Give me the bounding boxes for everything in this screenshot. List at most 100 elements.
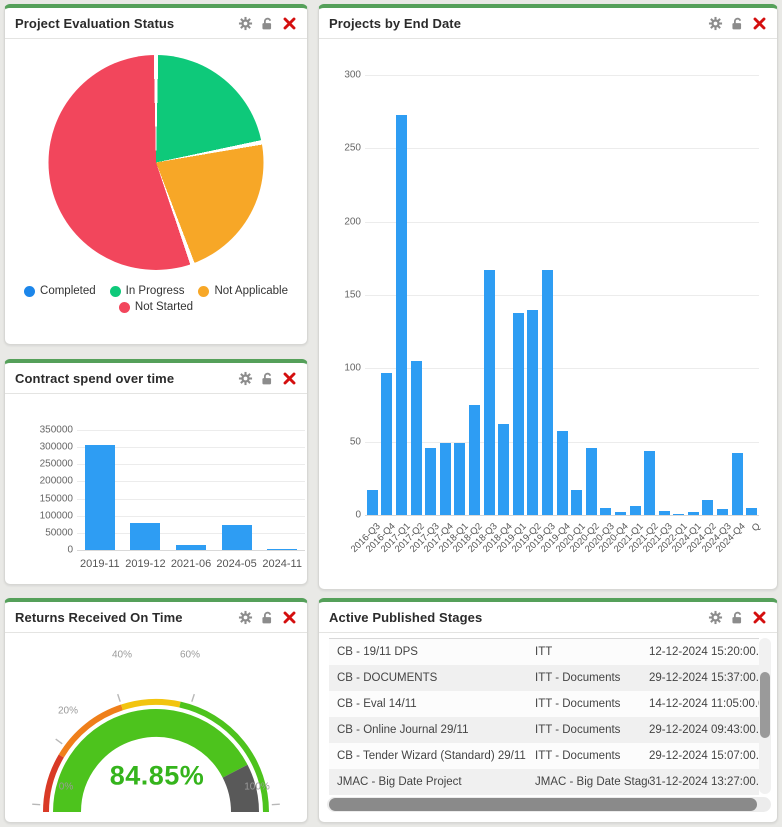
x-axis-tick-label: 2024-05 [216, 558, 256, 570]
table-row[interactable]: CB - Tender Wizard (Standard) 29/11ITT -… [329, 743, 759, 769]
panel-header: Returns Received On Time [5, 602, 307, 633]
y-axis-tick-label: 200000 [33, 476, 73, 487]
bar [267, 549, 297, 550]
x-axis-tick-label: 2019-12 [125, 558, 165, 570]
stages-table-area: CB - 19/11 DPSITT12-12-2024 15:20:00.000… [319, 633, 777, 822]
x-axis-tick-label: 2019-11 [80, 558, 120, 570]
legend-item[interactable]: Not Started [119, 301, 193, 313]
bar [732, 453, 743, 515]
horizontal-scrollbar-thumb[interactable] [329, 798, 757, 811]
gridline [365, 222, 759, 223]
cell-timestamp: 12-12-2024 15:20:00.000 [649, 646, 759, 658]
gauge-chart [5, 665, 309, 827]
panel-returns-on-time: Returns Received On Time 84.85% 0%20%40%… [4, 598, 308, 823]
unlock-icon[interactable] [260, 371, 275, 386]
bar [222, 525, 252, 550]
bar [615, 512, 626, 515]
gauge-value: 84.85% [110, 761, 205, 792]
cell-stage: ITT - Documents [535, 698, 649, 710]
cell-project: CB - Online Journal 29/11 [329, 724, 535, 736]
close-icon[interactable] [282, 16, 297, 31]
panel-title: Projects by End Date [329, 16, 708, 31]
pie-chart [49, 55, 264, 270]
close-icon[interactable] [752, 610, 767, 625]
y-axis-tick-label: 200 [321, 216, 361, 227]
panel-project-evaluation-status: Project Evaluation Status Completed In Pr… [4, 4, 308, 345]
gridline [365, 368, 759, 369]
x-axis-tick-label: 2021-06 [171, 558, 211, 570]
bar [571, 490, 582, 515]
bar [586, 448, 597, 516]
vertical-scrollbar-thumb[interactable] [760, 672, 770, 738]
y-axis-tick-label: 100 [321, 363, 361, 374]
bar [542, 270, 553, 515]
bar [176, 545, 206, 550]
bar [381, 373, 392, 515]
cell-stage: ITT - Documents [535, 672, 649, 684]
table-row[interactable]: JMAC - Big Date ProjectJMAC - Big Date S… [329, 769, 759, 795]
vertical-scrollbar[interactable] [759, 638, 771, 794]
gridline [365, 148, 759, 149]
bar [367, 490, 378, 515]
bar [527, 310, 538, 515]
bar [717, 509, 728, 515]
y-axis-tick-label: 0 [33, 545, 73, 556]
unlock-icon[interactable] [260, 610, 275, 625]
gauge-tick-label: 20% [58, 706, 78, 717]
legend-label: Not Applicable [214, 285, 288, 297]
bar [396, 115, 407, 515]
y-axis-tick-label: 100000 [33, 510, 73, 521]
cell-stage: ITT [535, 646, 649, 658]
bar [659, 511, 670, 515]
gridline [77, 550, 305, 551]
legend-item[interactable]: Completed [24, 285, 96, 297]
table-row[interactable]: CB - 19/11 DPSITT12-12-2024 15:20:00.000 [329, 639, 759, 665]
x-axis-tick-label: 2024-11 [262, 558, 302, 570]
bar [484, 270, 495, 515]
unlock-icon[interactable] [730, 16, 745, 31]
legend-item[interactable]: In Progress [110, 285, 185, 297]
bar [498, 424, 509, 515]
gauge-tick-label: 100% [244, 782, 270, 793]
cell-timestamp: 29-12-2024 15:37:00.000 [649, 672, 759, 684]
table-row[interactable]: CB - DOCUMENTSITT - Documents29-12-2024 … [329, 665, 759, 691]
bar [644, 451, 655, 516]
settings-gear-icon[interactable] [238, 610, 253, 625]
panel-title: Returns Received On Time [15, 610, 238, 625]
x-axis-tick-label: Q [749, 521, 762, 534]
cell-timestamp: 31-12-2024 13:27:00.000 [649, 776, 759, 788]
pie-chart-area: Completed In Progress Not Applicable Not St… [5, 39, 307, 344]
legend-dot [24, 286, 35, 297]
gauge-tick-label: 60% [180, 650, 200, 661]
panel-header: Project Evaluation Status [5, 8, 307, 39]
y-axis-tick-label: 0 [321, 510, 361, 521]
panel-title: Project Evaluation Status [15, 16, 238, 31]
cell-timestamp: 29-12-2024 15:07:00.000 [649, 750, 759, 762]
close-icon[interactable] [282, 371, 297, 386]
cell-project: CB - Eval 14/11 [329, 698, 535, 710]
y-axis-tick-label: 300000 [33, 442, 73, 453]
horizontal-scrollbar[interactable] [327, 797, 771, 812]
settings-gear-icon[interactable] [708, 610, 723, 625]
pie-legend: Completed In Progress Not Applicable Not St… [10, 285, 302, 313]
unlock-icon[interactable] [260, 16, 275, 31]
settings-gear-icon[interactable] [238, 371, 253, 386]
cell-project: CB - 19/11 DPS [329, 646, 535, 658]
bar [454, 443, 465, 515]
bar [557, 431, 568, 515]
legend-dot [119, 302, 130, 313]
settings-gear-icon[interactable] [708, 16, 723, 31]
close-icon[interactable] [752, 16, 767, 31]
unlock-icon[interactable] [730, 610, 745, 625]
bar [600, 508, 611, 515]
table-row[interactable]: CB - Online Journal 29/11ITT - Documents… [329, 717, 759, 743]
legend-item[interactable]: Not Applicable [198, 285, 288, 297]
legend-label: In Progress [126, 285, 185, 297]
gridline [365, 515, 759, 516]
bar [440, 443, 451, 515]
settings-gear-icon[interactable] [238, 16, 253, 31]
table-row[interactable]: CB - Eval 14/11ITT - Documents14-12-2024… [329, 691, 759, 717]
close-icon[interactable] [282, 610, 297, 625]
panel-header: Contract spend over time [5, 363, 307, 394]
cell-project: CB - DOCUMENTS [329, 672, 535, 684]
